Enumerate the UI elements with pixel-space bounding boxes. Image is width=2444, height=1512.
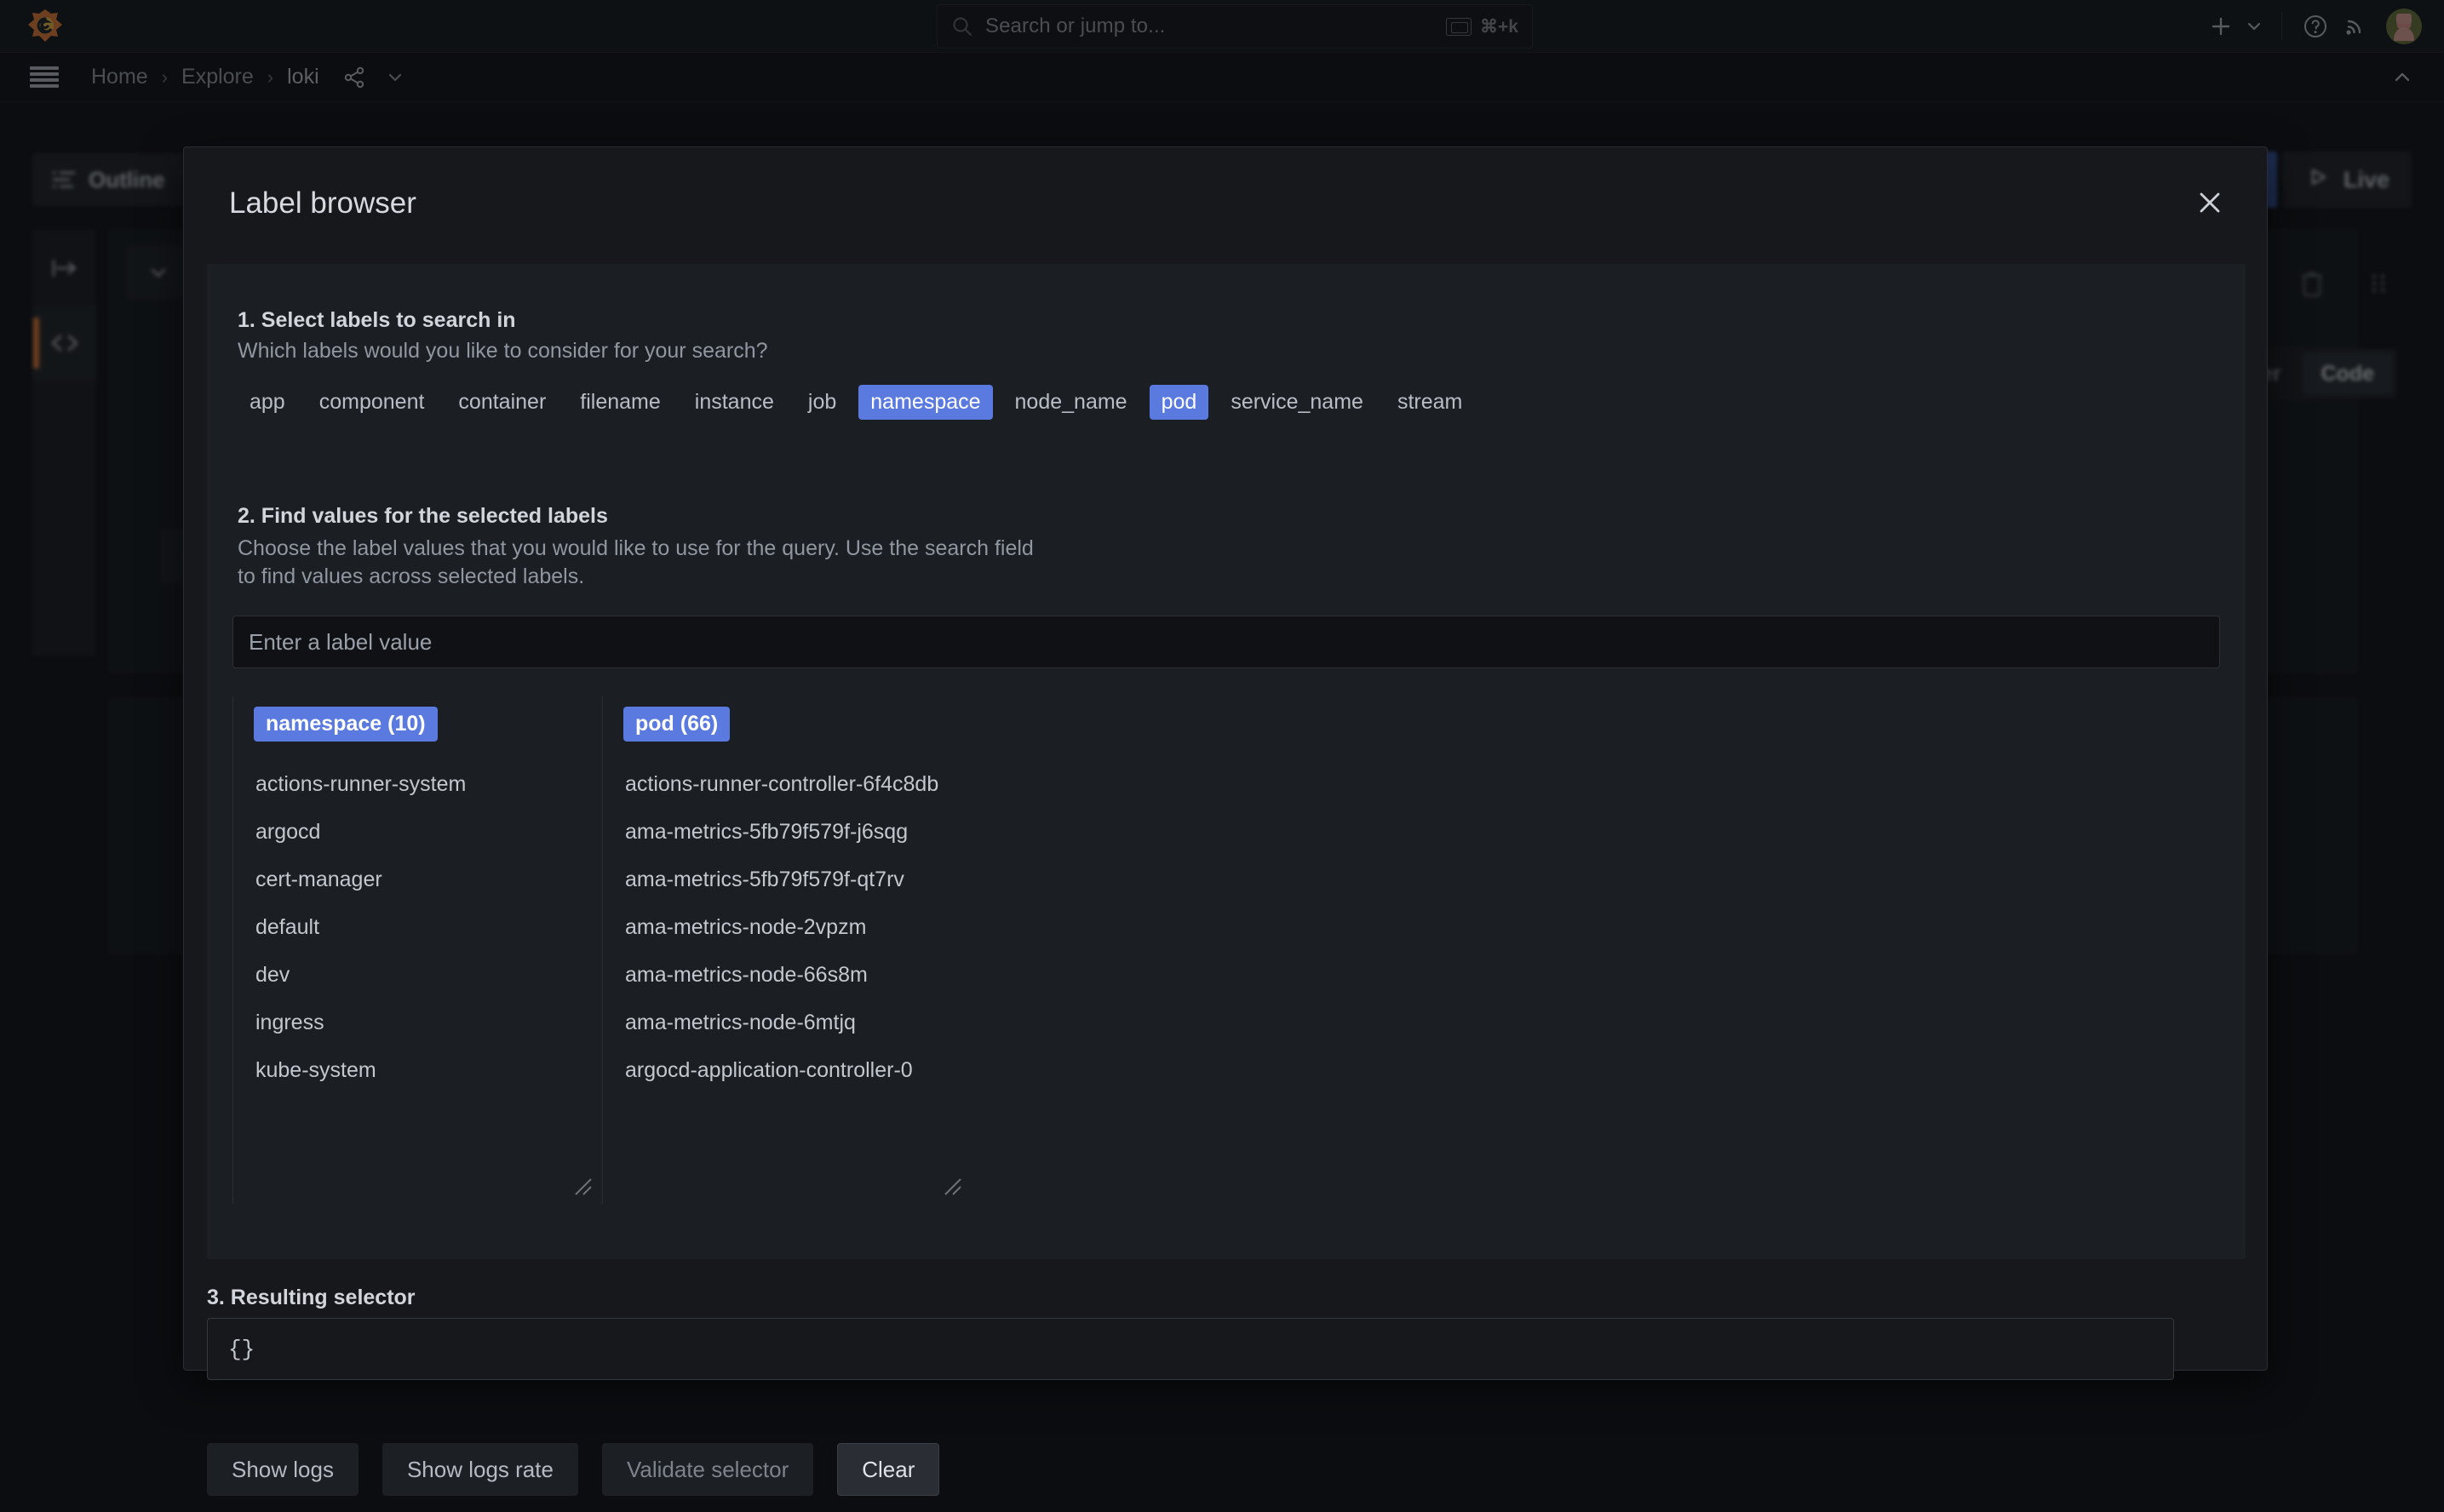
resulting-selector-field[interactable]: {} (207, 1318, 2174, 1380)
list-item[interactable]: argocd (255, 808, 602, 856)
label-value-columns: namespace (10) actions-runner-system arg… (232, 696, 972, 1204)
label-chip-pod[interactable]: pod (1150, 385, 1209, 420)
list-item[interactable]: ama-metrics-5fb79f579f-j6sqg (625, 808, 972, 856)
list-item[interactable]: kube-system (255, 1046, 602, 1094)
list-item[interactable]: default (255, 903, 602, 951)
validate-selector-button[interactable]: Validate selector (602, 1443, 813, 1496)
label-chip-component[interactable]: component (307, 385, 437, 420)
list-item[interactable]: actions-runner-controller-6f4c8db (625, 760, 972, 808)
list-item[interactable]: dev (255, 951, 602, 999)
label-chip-node-name[interactable]: node_name (1003, 385, 1139, 420)
label-chip-namespace[interactable]: namespace (858, 385, 992, 420)
modal-title: Label browser (229, 186, 416, 220)
close-icon[interactable] (2189, 181, 2231, 224)
label-browser-card: 1. Select labels to search in Which labe… (207, 264, 2246, 1259)
column-header-namespace[interactable]: namespace (10) (254, 707, 438, 742)
label-value-column-namespace: namespace (10) actions-runner-system arg… (232, 696, 602, 1204)
label-chip-app[interactable]: app (238, 385, 297, 420)
value-list-namespace[interactable]: actions-runner-system argocd cert-manage… (244, 760, 602, 1177)
list-item[interactable]: ama-metrics-5fb79f579f-qt7rv (625, 856, 972, 903)
section-1-title: 1. Select labels to search in (238, 308, 516, 333)
show-logs-button[interactable]: Show logs (207, 1443, 359, 1496)
label-value-search-input[interactable] (232, 616, 2220, 668)
list-item[interactable]: ama-metrics-node-6mtjq (625, 999, 972, 1046)
label-chip-stream[interactable]: stream (1386, 385, 1474, 420)
label-browser-modal: Label browser 1. Select labels to search… (183, 146, 2268, 1371)
list-item[interactable]: cert-manager (255, 856, 602, 903)
label-chip-service-name[interactable]: service_name (1219, 385, 1375, 420)
value-list-pod[interactable]: actions-runner-controller-6f4c8db ama-me… (613, 760, 972, 1177)
label-value-column-pod: pod (66) actions-runner-controller-6f4c8… (602, 696, 972, 1204)
section-2-title: 2. Find values for the selected labels (238, 504, 608, 529)
list-item[interactable]: ingress (255, 999, 602, 1046)
clear-button[interactable]: Clear (837, 1443, 939, 1496)
label-chip-instance[interactable]: instance (683, 385, 786, 420)
label-chip-filename[interactable]: filename (568, 385, 673, 420)
list-item[interactable]: actions-runner-system (255, 760, 602, 808)
section-1-description: Which labels would you like to consider … (238, 337, 768, 365)
label-chip-container[interactable]: container (446, 385, 558, 420)
list-item[interactable]: ama-metrics-node-66s8m (625, 951, 972, 999)
list-item[interactable]: argocd-application-controller-0 (625, 1046, 972, 1094)
resize-handle-icon[interactable] (573, 1177, 594, 1197)
label-selector-list: app component container filename instanc… (232, 385, 1479, 420)
modal-action-buttons: Show logs Show logs rate Validate select… (207, 1443, 939, 1496)
list-item[interactable]: ama-metrics-node-2vpzm (625, 903, 972, 951)
resize-handle-icon[interactable] (943, 1177, 963, 1197)
show-logs-rate-button[interactable]: Show logs rate (382, 1443, 578, 1496)
section-2-description: Choose the label values that you would l… (238, 535, 1055, 591)
column-header-pod[interactable]: pod (66) (623, 707, 730, 742)
section-3-title: 3. Resulting selector (207, 1286, 416, 1310)
label-chip-job[interactable]: job (796, 385, 848, 420)
